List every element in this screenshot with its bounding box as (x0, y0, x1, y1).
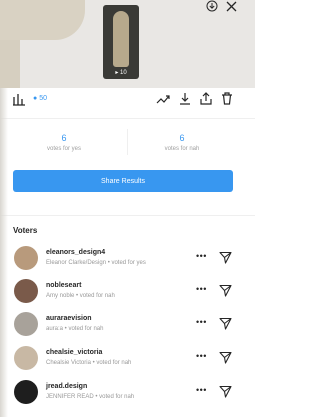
avatar[interactable] (14, 246, 38, 270)
voter-username[interactable]: jread.design (46, 383, 87, 390)
eye-icon: ● (33, 95, 38, 102)
share-icon[interactable] (200, 92, 212, 105)
send-icon[interactable] (219, 317, 232, 335)
voter-subtitle: Amy noble • voted for nah (46, 293, 115, 299)
more-icon[interactable]: ••• (196, 284, 207, 294)
poll-right-count: 6 (179, 133, 185, 143)
voter-username[interactable]: nobleseart (46, 282, 81, 289)
thumbnail-figure (113, 11, 129, 67)
background-garment (0, 0, 85, 40)
poll-option-left[interactable]: 6 votes for yes (4, 127, 124, 152)
divider (0, 215, 255, 216)
more-icon[interactable]: ••• (196, 385, 207, 395)
voter-row[interactable]: nobleseart Amy noble • voted for nah ••• (0, 276, 255, 308)
divider (0, 118, 255, 119)
voter-subtitle: aura:a • voted for nah (46, 326, 104, 332)
send-icon[interactable] (219, 351, 232, 369)
voter-row[interactable]: chealsie_victoria Chealsie Victoria • vot… (0, 343, 255, 375)
voter-username[interactable]: eleanors_design4 (46, 249, 105, 256)
avatar[interactable] (14, 380, 38, 404)
send-icon[interactable] (219, 251, 232, 269)
story-preview-area: ▸ 10 (0, 0, 255, 88)
story-thumbnail[interactable]: ▸ 10 (103, 5, 139, 79)
story-action-row: ● 50 (0, 90, 255, 112)
poll-left-label: votes for yes (46, 146, 81, 152)
voter-subtitle: JENNIFER READ • voted for nah (46, 394, 135, 400)
poll-divider (127, 129, 128, 155)
voter-row[interactable]: auraraevision aura:a • voted for nah ••• (0, 309, 255, 341)
voter-row[interactable]: eleanors_design4 Eleanor Clarke/Design • … (0, 243, 255, 275)
background-garment-edge (0, 40, 20, 88)
voter-subtitle: Chealsie Victoria • voted for nah (46, 360, 132, 366)
edge-shadow (0, 88, 8, 417)
poll-option-right[interactable]: 6 votes for nah (122, 127, 242, 152)
voters-heading: Voters (13, 226, 38, 235)
voter-username[interactable]: auraraevision (46, 315, 92, 322)
more-icon[interactable]: ••• (196, 251, 207, 261)
delete-icon[interactable] (221, 92, 233, 105)
more-icon[interactable]: ••• (196, 317, 207, 327)
download-story-icon[interactable] (206, 0, 218, 12)
avatar[interactable] (14, 312, 38, 336)
stats-icon[interactable] (12, 92, 26, 111)
close-icon[interactable] (226, 1, 237, 12)
send-icon[interactable] (219, 284, 232, 302)
share-results-button[interactable]: Share Results (13, 170, 233, 192)
trend-icon[interactable] (156, 92, 170, 105)
poll-left-count: 6 (61, 133, 67, 143)
thumbnail-view-count: ▸ 10 (115, 70, 127, 76)
voter-row[interactable]: jread.design JENNIFER READ • voted for na… (0, 377, 255, 409)
avatar[interactable] (14, 279, 38, 303)
voter-username[interactable]: chealsie_victoria (46, 349, 102, 356)
view-count[interactable]: ● 50 (33, 95, 47, 102)
download-icon[interactable] (179, 92, 191, 105)
voter-subtitle: Eleanor Clarke/Design • voted for yes (46, 260, 146, 266)
more-icon[interactable]: ••• (196, 351, 207, 361)
send-icon[interactable] (219, 385, 232, 403)
poll-right-label: votes for nah (164, 146, 200, 152)
avatar[interactable] (14, 346, 38, 370)
